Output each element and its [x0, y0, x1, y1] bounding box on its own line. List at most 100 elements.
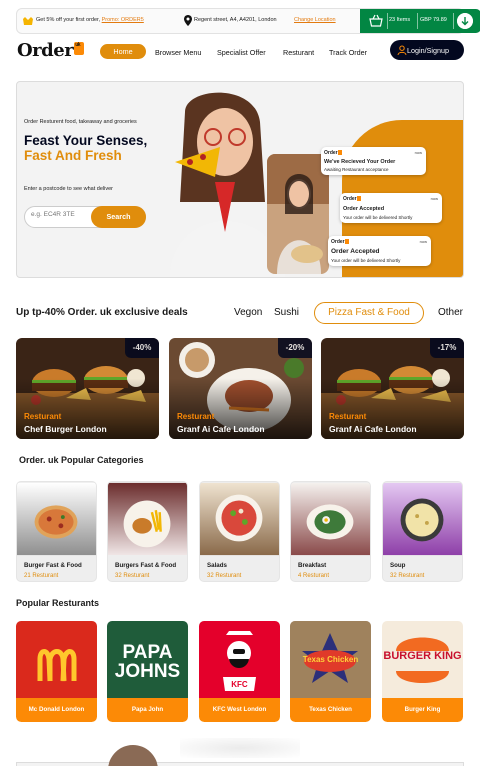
divider — [387, 13, 388, 29]
cart-summary[interactable]: 23 Items GBP 79.89 — [360, 9, 480, 33]
burger-fries-image — [108, 482, 187, 556]
deal-card[interactable]: -17% Resturant Granf Ai Cafe London — [321, 338, 464, 439]
arrow-down-icon[interactable] — [457, 13, 473, 29]
nav-track-order[interactable]: Track Order — [329, 48, 367, 57]
restaurant-card[interactable]: Texas Chicken Texas Chicken — [290, 621, 371, 722]
login-signup-button[interactable]: Login/Signup — [390, 40, 464, 60]
texas-chicken-wordmark: Texas Chicken — [302, 655, 359, 664]
restaurant-name: Texas Chicken — [290, 698, 371, 722]
category-card[interactable]: Breakfast 4 Resturant — [290, 481, 371, 582]
promo-text: Get 5% off your first order, Promo: ORDE… — [36, 17, 144, 23]
notification-order-accepted: Order now Order Accepted Your order will… — [340, 193, 442, 223]
login-label: Login/Signup — [407, 46, 449, 55]
restaurant-name: Burger King — [382, 698, 463, 722]
notification-order-received: Order now We've Recieved Your Order Awai… — [321, 147, 426, 175]
filter-pizza-fast-food[interactable]: Pizza Fast & Food — [314, 302, 424, 324]
basket-icon — [369, 14, 383, 27]
category-name: Burger Fast & Food — [24, 562, 82, 569]
discount-badge: -17% — [430, 338, 464, 358]
papa-johns-logo: PAPA JOHNS — [107, 621, 188, 701]
nav-home[interactable]: Home — [100, 44, 146, 59]
category-count: 32 Resturant — [207, 573, 242, 579]
filter-vegan[interactable]: Vegon — [234, 307, 262, 318]
cart-total: GBP 79.89 — [420, 17, 447, 23]
category-name: Soup — [390, 562, 406, 569]
notification-brand: Order — [331, 239, 349, 245]
change-location-link[interactable]: Change Location — [294, 17, 336, 23]
deal-card[interactable]: -40% Resturant Chef Burger London — [16, 338, 159, 439]
nav-browse-menu[interactable]: Browser Menu — [155, 48, 201, 57]
hero-subtitle: Order Resturent food, takeaway and groce… — [24, 119, 137, 125]
nav-restaurants[interactable]: Resturant — [283, 48, 314, 57]
category-count: 21 Resturant — [24, 573, 59, 579]
soup-image — [383, 482, 462, 556]
divider — [417, 13, 418, 29]
postcode-search: Search — [24, 206, 146, 228]
notification-desc: Your order will be delivered Shortly — [331, 258, 401, 263]
category-count: 4 Resturant — [298, 573, 330, 579]
next-section-banner — [16, 762, 464, 766]
logo[interactable]: Order uk — [17, 40, 85, 61]
restaurants-title: Popular Resturants — [16, 598, 100, 608]
location-pin-icon — [184, 15, 192, 26]
restaurant-card[interactable]: Mc Donald London — [16, 621, 97, 722]
notification-brand: Order — [324, 150, 342, 156]
notification-title: We've Recieved Your Order — [324, 159, 396, 165]
deal-name: Granf Ai Cafe London — [177, 424, 265, 434]
notification-brand: Order — [343, 196, 361, 202]
logo-badge: uk — [74, 42, 85, 55]
notification-title: Order Accepted — [331, 248, 380, 255]
notification-order-accepted: Order now Order Accepted Your order will… — [328, 236, 431, 266]
notification-time: now — [414, 150, 422, 155]
restaurant-name: Papa John — [107, 698, 188, 722]
deals-title: Up tp-40% Order. uk exclusive deals — [16, 307, 188, 318]
restaurant-card[interactable]: BURGER KING Burger King — [382, 621, 463, 722]
category-name: Burgers Fast & Food — [115, 562, 177, 569]
hero-banner: Order Resturent food, takeaway and groce… — [16, 81, 464, 278]
papa-johns-wordmark: PAPA JOHNS — [114, 642, 181, 682]
phone-image — [267, 154, 329, 274]
deal-card[interactable]: -20% Resturant Granf Ai Cafe London — [169, 338, 312, 439]
notification-desc: Awaiting Restaurant acceptance — [324, 167, 389, 172]
nav-special-offers[interactable]: Specialist Offer — [217, 48, 266, 57]
notification-time: now — [419, 239, 427, 244]
delivery-address: Regent street, A4, A4201, London — [194, 17, 277, 23]
deal-name: Chef Burger London — [24, 424, 107, 434]
restaurant-card[interactable]: PAPA JOHNS Papa John — [107, 621, 188, 722]
category-card[interactable]: Burgers Fast & Food 32 Resturant — [107, 481, 188, 582]
category-card[interactable]: Salads 32 Resturant — [199, 481, 280, 582]
search-button[interactable]: Search — [91, 206, 146, 228]
hero-title-accent: Fast And Fresh — [24, 148, 122, 163]
category-card[interactable]: Burger Fast & Food 21 Resturant — [16, 481, 97, 582]
burger-king-wordmark: BURGER KING — [383, 650, 462, 662]
salad-image — [200, 482, 279, 556]
restaurant-name: KFC West London — [199, 698, 280, 722]
postcode-input[interactable] — [31, 211, 91, 218]
promo-bar: Get 5% off your first order, Promo: ORDE… — [16, 8, 480, 34]
discount-badge: -20% — [278, 338, 312, 358]
decorative-shadow — [180, 738, 300, 758]
category-card[interactable]: Soup 32 Resturant — [382, 481, 463, 582]
category-name: Salads — [207, 562, 227, 569]
kfc-wordmark: KFC — [231, 680, 248, 689]
hero-title: Feast Your Senses, — [24, 133, 148, 148]
divider — [453, 13, 454, 29]
user-icon — [397, 45, 407, 55]
filter-sushi[interactable]: Sushi — [274, 307, 299, 318]
restaurant-name: Mc Donald London — [16, 698, 97, 722]
pizza-image — [17, 482, 96, 556]
notification-time: now — [430, 196, 438, 201]
gift-icon — [23, 17, 33, 25]
deal-name: Granf Ai Cafe London — [329, 424, 417, 434]
postcode-label: Enter a postcode to see what deliver — [24, 186, 113, 192]
filter-other[interactable]: Other — [438, 307, 463, 318]
mcdonalds-logo — [16, 621, 97, 701]
discount-badge: -40% — [125, 338, 159, 358]
restaurant-card[interactable]: KFC KFC West London — [199, 621, 280, 722]
category-name: Breakfast — [298, 562, 327, 569]
notification-title: Order Accepted — [343, 206, 385, 212]
kfc-logo — [199, 621, 280, 701]
promo-code[interactable]: Promo: ORDER5 — [102, 17, 144, 23]
deal-label: Resturant — [329, 412, 367, 421]
category-count: 32 Resturant — [115, 573, 150, 579]
